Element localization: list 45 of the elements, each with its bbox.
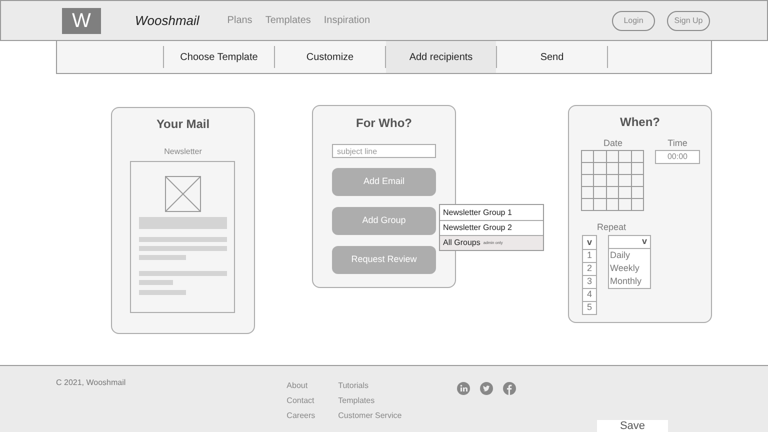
time-label: Time xyxy=(666,137,688,150)
nav-link[interactable]: Inspiration xyxy=(324,13,370,28)
frequency-dropdown[interactable]: v Daily Weekly Monthly xyxy=(608,235,651,289)
card-title: For Who? xyxy=(356,115,412,132)
option-text[interactable]: 4 xyxy=(583,288,596,301)
template-label: Newsletter xyxy=(164,146,202,158)
option-text[interactable]: 2 xyxy=(583,262,596,275)
login-button[interactable]: Login xyxy=(612,10,655,30)
logo: W xyxy=(62,8,101,34)
footer-link[interactable]: Templates xyxy=(338,395,402,407)
option-text[interactable]: 3 xyxy=(583,275,596,288)
nav-link[interactable]: Templates xyxy=(265,13,311,28)
caret-text: v xyxy=(586,236,593,249)
copyright-text: C 2021, Wooshmail xyxy=(56,377,126,389)
brand-name: Wooshmail xyxy=(135,12,200,30)
step-tab[interactable]: Choose Template xyxy=(164,41,274,73)
calendar-grid[interactable] xyxy=(581,150,645,211)
time-field[interactable]: 00:00 xyxy=(655,150,700,164)
option-text[interactable]: Weekly xyxy=(609,262,650,275)
footer-link[interactable]: Customer Service xyxy=(338,410,402,422)
footer-link[interactable]: About xyxy=(286,380,316,392)
date-label: Date xyxy=(602,137,624,150)
card-title: Your Mail xyxy=(156,116,210,133)
caret-text: v xyxy=(609,236,650,249)
option-text[interactable]: Daily xyxy=(609,249,650,262)
step-tab[interactable]: Send xyxy=(497,41,607,73)
sign-up-button[interactable]: Sign Up xyxy=(667,10,710,30)
save-button[interactable]: Save xyxy=(597,420,668,432)
count-dropdown[interactable]: v 1 2 3 4 5 xyxy=(582,235,597,315)
repeat-label: Repeat xyxy=(597,221,626,234)
option-text[interactable]: 1 xyxy=(583,249,596,262)
card-title: When? xyxy=(619,114,661,131)
step-tab[interactable]: Add recipients xyxy=(386,41,496,73)
footer-link[interactable]: Contact xyxy=(286,395,316,407)
footer-link[interactable]: Tutorials xyxy=(338,380,402,392)
facebook-icon[interactable] xyxy=(502,382,516,395)
option-text[interactable]: Monthly xyxy=(609,275,650,288)
step-tab[interactable]: Customize xyxy=(275,41,385,73)
linkedin-icon[interactable] xyxy=(456,382,470,395)
nav-link[interactable]: Plans xyxy=(227,13,252,28)
subject-field[interactable]: subject line xyxy=(332,144,436,158)
option-text[interactable]: 5 xyxy=(583,301,596,314)
menu-item[interactable]: Newsletter Group 2 xyxy=(440,220,543,235)
bird-icon[interactable] xyxy=(480,382,493,395)
footer-link[interactable]: Careers xyxy=(286,410,316,422)
